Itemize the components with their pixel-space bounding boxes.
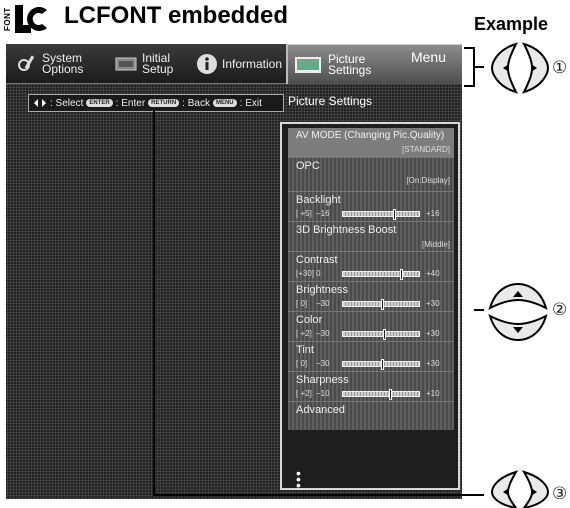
slider-knob[interactable] [381,359,384,370]
tv-screen: System Options Initial Setup Information… [6,44,462,499]
callout-number-2: ② [552,300,568,319]
setting-label: Brightness [296,284,348,296]
setting-label: Sharpness [296,374,349,386]
contrast-slider[interactable]: [+30] 0 +40 [296,269,454,280]
tab-picture-settings-label: Picture Settings [328,51,372,77]
slider-knob[interactable] [381,299,384,310]
setting-contrast[interactable]: Contrast [+30] 0 +40 [288,252,454,282]
tab-information[interactable]: Information [196,44,282,84]
slider-min: 0 [316,269,321,278]
tint-slider[interactable]: [ 0] −30 +30 [296,359,454,370]
key-hint-bar: : Select ENTER : Enter RETURN : Back MEN… [28,94,284,112]
setting-sharpness[interactable]: Sharpness [ +2] −10 +10 [288,372,454,402]
setting-opc[interactable]: OPC [On:Display] [288,158,454,192]
slider-track [342,299,420,310]
hint-back: : Back [182,97,210,109]
menu-label: Menu [410,49,446,65]
lc-logo-icon [15,5,47,33]
slider-knob[interactable] [400,269,403,280]
return-key-icon: RETURN [148,99,180,107]
tab-initial-setup[interactable]: Initial Setup [114,44,182,84]
slider-min: −30 [316,299,330,308]
slider-track [342,269,420,280]
slider-track [342,359,420,370]
left-right-buttons-icon [490,42,550,94]
slider-current: [+30] [296,269,315,278]
backlight-slider[interactable]: [ +5] −16 +16 [296,209,454,220]
section-title: Picture Settings [288,94,373,108]
sharpness-slider[interactable]: [ +2] −10 +10 [296,389,454,400]
hint-select: : Select [50,97,84,109]
setup-icon [115,57,137,71]
setting-advanced[interactable]: Advanced [288,402,454,430]
slider-max: +40 [426,269,440,278]
hint-enter: : Enter [115,97,146,109]
setting-value: [On:Display] [406,176,450,185]
more-items-indicator: • • • [296,465,301,493]
slider-max: +16 [426,209,440,218]
tab-picture-settings[interactable]: Picture Settings Menu [286,44,462,84]
slider-min: −30 [316,329,330,338]
tab-information-label: Information [222,56,283,71]
color-slider[interactable]: [ +2] −30 +30 [296,329,454,340]
callout-1-bracket [464,47,484,87]
tab-system-options-label: System Options [42,51,84,76]
slider-current: [ 0] [296,299,308,308]
dpad-arrows-icon [34,99,46,107]
slider-max: +10 [426,389,440,398]
slider-current: [ +2] [296,329,312,338]
slider-min: −10 [316,389,330,398]
font-badge: FONT [3,7,12,31]
menu-bar: System Options Initial Setup Information… [6,44,462,84]
hint-exit: : Exit [239,97,262,109]
slider-track [342,329,420,340]
setting-3d-brightness-boost[interactable]: 3D Brightness Boost [Middle] [288,222,454,252]
setting-color[interactable]: Color [ +2] −30 +30 [288,312,454,342]
settings-panel: AV MODE (Changing Pic.Quality) [STANDARD… [280,122,460,493]
slider-current: [ +2] [296,389,312,398]
setting-brightness[interactable]: Brightness [ 0] −30 +30 [288,282,454,312]
setting-label: OPC [296,160,320,172]
slider-knob[interactable] [393,209,397,220]
slider-knob[interactable] [383,329,387,340]
wrench-gear-icon [18,55,35,71]
slider-max: +30 [426,299,440,308]
slider-min: −30 [316,359,330,368]
setting-label: AV MODE (Changing Pic.Quality) [296,130,445,141]
slider-max: +30 [426,359,440,368]
slider-current: [ 0] [296,359,308,368]
slider-track [342,209,420,220]
tab-system-options[interactable]: System Options [16,44,98,84]
slider-min: −16 [316,209,330,218]
setting-label: Tint [296,344,314,356]
setting-tint[interactable]: Tint [ 0] −30 +30 [288,342,454,372]
setting-label: Color [296,314,323,326]
slider-track [342,389,420,400]
setting-label: Backlight [296,194,341,206]
info-icon [197,54,217,74]
brightness-slider[interactable]: [ 0] −30 +30 [296,299,454,310]
callout-number-1: ① [552,58,568,77]
slider-knob[interactable] [388,389,392,400]
page-title: LCFONT embedded [64,2,289,29]
callout-number-3: ③ [552,484,568,503]
up-down-buttons-icon [488,282,548,342]
setting-value: [Middle] [421,240,450,249]
setting-label: Advanced [296,404,345,416]
setting-value: [STANDARD] [402,145,450,154]
setting-label: 3D Brightness Boost [296,224,397,236]
enter-key-icon: ENTER [86,99,113,107]
setting-label: Contrast [296,254,338,266]
slider-max: +30 [426,329,440,338]
picture-icon [295,56,321,73]
example-label: Example [474,14,549,34]
left-right-buttons-icon [490,470,550,508]
setting-backlight[interactable]: Backlight [ +5] −16 +16 [288,192,454,222]
tab-initial-setup-label: Initial Setup [142,51,174,76]
slider-current: [ +5] [296,209,312,218]
menu-key-icon: MENU [212,99,237,107]
setting-av-mode[interactable]: AV MODE (Changing Pic.Quality) [STANDARD… [288,128,454,158]
